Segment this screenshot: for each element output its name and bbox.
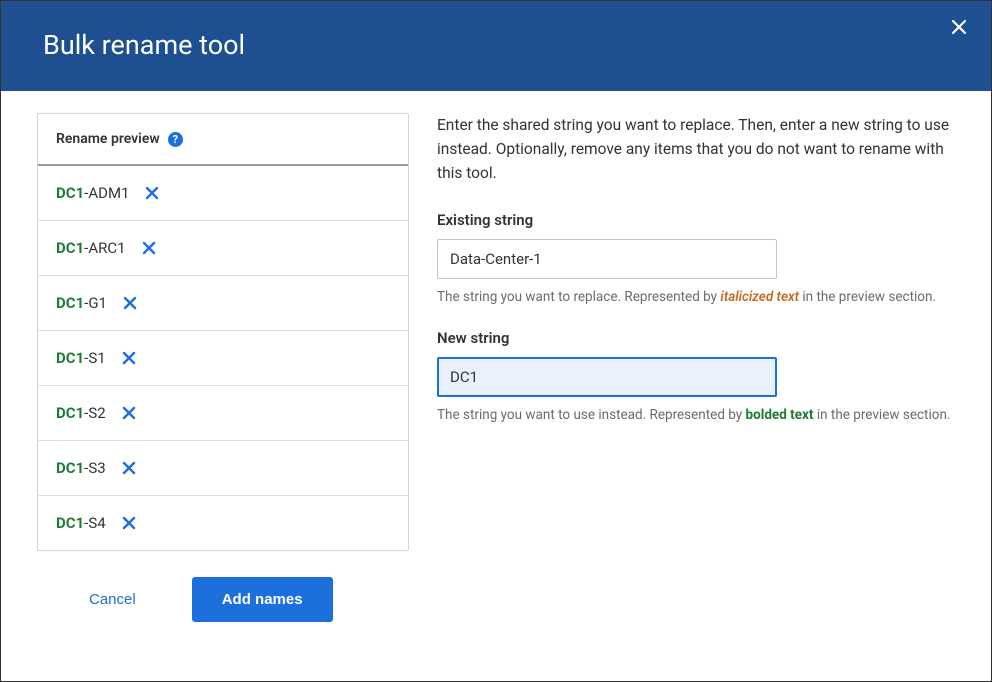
remove-item-button[interactable]	[120, 459, 138, 477]
preview-new-part: DC1	[56, 184, 84, 202]
existing-string-group: Existing string The string you want to r…	[437, 211, 955, 305]
preview-rest-part: -G1	[84, 294, 107, 312]
new-string-hint: The string you want to use instead. Repr…	[437, 407, 955, 423]
existing-string-label: Existing string	[437, 211, 955, 229]
button-row: Cancel Add names	[37, 577, 409, 622]
preview-new-part: DC1	[56, 459, 84, 477]
preview-item: DC1-G1	[38, 276, 408, 331]
preview-new-part: DC1	[56, 239, 84, 257]
close-icon	[951, 19, 967, 35]
bolded-text-sample: bolded text	[746, 407, 814, 423]
preview-rest-part: -S4	[84, 514, 105, 532]
preview-header: Rename preview ?	[38, 114, 408, 166]
x-icon	[123, 296, 137, 310]
preview-rest-part: -ARC1	[84, 239, 125, 257]
dialog-body: Rename preview ? DC1-ADM1DC1-ARC1DC1-G1D…	[1, 91, 991, 681]
remove-item-button[interactable]	[120, 404, 138, 422]
add-names-button[interactable]: Add names	[192, 577, 333, 622]
x-icon	[122, 406, 136, 420]
x-icon	[122, 351, 136, 365]
left-column: Rename preview ? DC1-ADM1DC1-ARC1DC1-G1D…	[37, 113, 409, 657]
preview-rest-part: -ADM1	[84, 184, 129, 202]
preview-item: DC1-S3	[38, 441, 408, 496]
new-string-label: New string	[437, 329, 955, 347]
new-string-input[interactable]	[437, 357, 777, 397]
x-icon	[145, 186, 159, 200]
cancel-button[interactable]: Cancel	[81, 579, 144, 620]
x-icon	[122, 461, 136, 475]
preview-item: DC1-S4	[38, 496, 408, 550]
remove-item-button[interactable]	[120, 514, 138, 532]
remove-item-button[interactable]	[120, 349, 138, 367]
dialog-header: Bulk rename tool	[1, 1, 991, 91]
preview-list: DC1-ADM1DC1-ARC1DC1-G1DC1-S1DC1-S2DC1-S3…	[38, 166, 408, 550]
preview-new-part: DC1	[56, 294, 84, 312]
preview-header-label: Rename preview	[56, 131, 160, 147]
preview-rest-part: -S2	[84, 404, 105, 422]
new-string-group: New string The string you want to use in…	[437, 329, 955, 423]
preview-item: DC1-S2	[38, 386, 408, 441]
preview-new-part: DC1	[56, 349, 84, 367]
preview-rest-part: -S1	[84, 349, 105, 367]
x-icon	[142, 241, 156, 255]
dialog-title: Bulk rename tool	[43, 29, 245, 61]
remove-item-button[interactable]	[140, 239, 158, 257]
remove-item-button[interactable]	[121, 294, 139, 312]
instructions-text: Enter the shared string you want to repl…	[437, 113, 955, 185]
existing-string-input[interactable]	[437, 239, 777, 279]
preview-new-part: DC1	[56, 404, 84, 422]
rename-preview-panel: Rename preview ? DC1-ADM1DC1-ARC1DC1-G1D…	[37, 113, 409, 551]
x-icon	[122, 516, 136, 530]
remove-item-button[interactable]	[143, 184, 161, 202]
preview-item: DC1-ARC1	[38, 221, 408, 276]
close-button[interactable]	[949, 17, 969, 37]
preview-item: DC1-ADM1	[38, 166, 408, 221]
preview-new-part: DC1	[56, 514, 84, 532]
help-icon[interactable]: ?	[168, 132, 183, 147]
preview-rest-part: -S3	[84, 459, 105, 477]
preview-item: DC1-S1	[38, 331, 408, 386]
right-column: Enter the shared string you want to repl…	[437, 113, 955, 657]
existing-string-hint: The string you want to replace. Represen…	[437, 289, 955, 305]
italicized-text-sample: italicized text	[720, 289, 799, 305]
